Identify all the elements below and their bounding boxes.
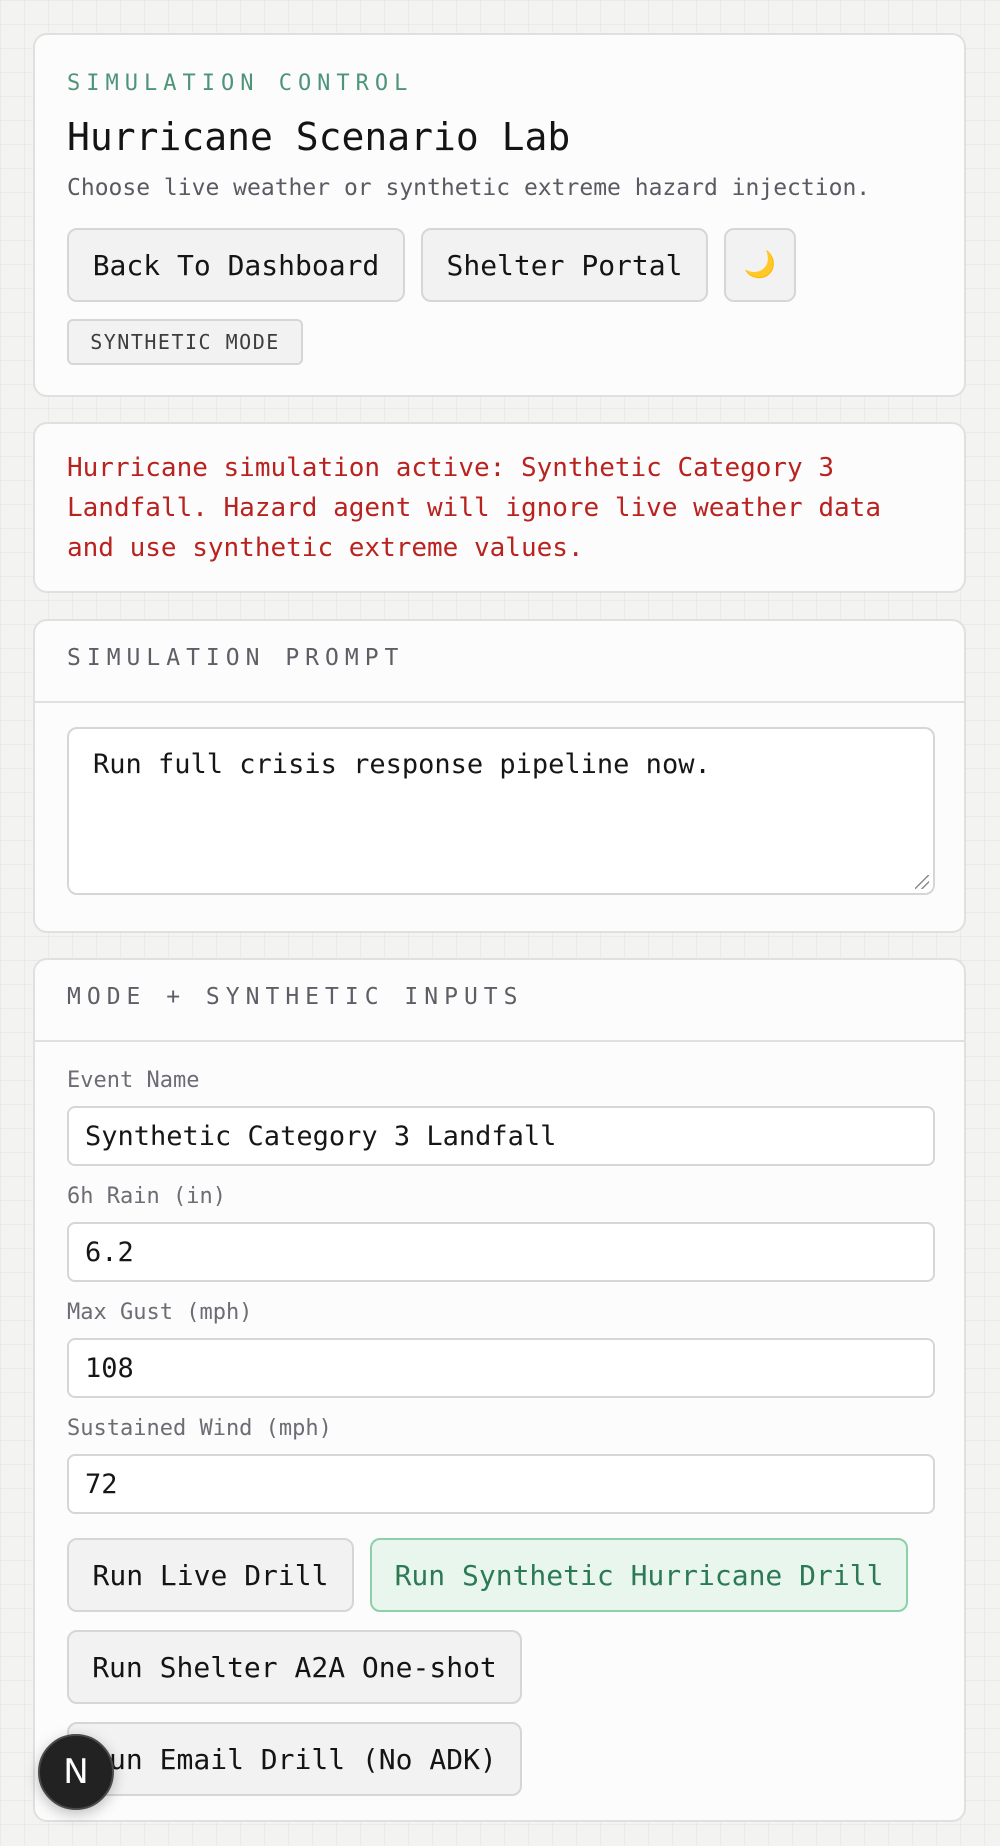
page-title: Hurricane Scenario Lab xyxy=(67,115,571,159)
sustained-wind-value: 72 xyxy=(85,1468,118,1500)
max-gust-value: 108 xyxy=(85,1352,134,1384)
simulation-alert-card: Hurricane simulation active: Synthetic C… xyxy=(33,422,966,593)
next-logo-badge[interactable]: N xyxy=(38,1734,114,1810)
synthetic-inputs-card: MODE + SYNTHETIC INPUTS Event Name Synth… xyxy=(33,958,966,1822)
rain-value: 6.2 xyxy=(85,1236,134,1268)
max-gust-input[interactable]: 108 xyxy=(67,1338,935,1398)
shelter-portal-button[interactable]: Shelter Portal xyxy=(421,228,708,302)
run-synthetic-hurricane-drill-button[interactable]: Run Synthetic Hurricane Drill xyxy=(370,1538,908,1612)
section-eyebrow: SIMULATION CONTROL xyxy=(67,71,414,96)
max-gust-label: Max Gust (mph) xyxy=(67,1300,253,1325)
simulation-control-card: SIMULATION CONTROL Hurricane Scenario La… xyxy=(33,33,966,397)
resize-grip-icon[interactable] xyxy=(915,875,929,889)
simulation-prompt-textarea[interactable]: Run full crisis response pipeline now. xyxy=(67,727,935,895)
run-shelter-a2a-button[interactable]: Run Shelter A2A One-shot xyxy=(67,1630,522,1704)
event-name-input[interactable]: Synthetic Category 3 Landfall xyxy=(67,1106,935,1166)
simulation-alert-text: Hurricane simulation active: Synthetic C… xyxy=(67,453,881,563)
back-to-dashboard-button[interactable]: Back To Dashboard xyxy=(67,228,405,302)
moon-icon: 🌙 xyxy=(743,250,777,280)
sustained-wind-input[interactable]: 72 xyxy=(67,1454,935,1514)
event-name-value: Synthetic Category 3 Landfall xyxy=(85,1120,557,1152)
sustained-wind-label: Sustained Wind (mph) xyxy=(67,1416,332,1441)
prompt-section-header: SIMULATION PROMPT xyxy=(35,621,964,703)
page-subtitle: Choose live weather or synthetic extreme… xyxy=(67,175,871,201)
inputs-section-title: MODE + SYNTHETIC INPUTS xyxy=(67,984,524,1010)
mode-badge: SYNTHETIC MODE xyxy=(67,319,303,365)
rain-input[interactable]: 6.2 xyxy=(67,1222,935,1282)
inputs-section-header: MODE + SYNTHETIC INPUTS xyxy=(35,960,964,1042)
prompt-text: Run full crisis response pipeline now. xyxy=(93,749,711,780)
run-live-drill-button[interactable]: Run Live Drill xyxy=(67,1538,354,1612)
prompt-section-title: SIMULATION PROMPT xyxy=(67,645,405,671)
event-name-label: Event Name xyxy=(67,1068,200,1093)
simulation-prompt-card: SIMULATION PROMPT Run full crisis respon… xyxy=(33,619,966,933)
rain-label: 6h Rain (in) xyxy=(67,1184,226,1209)
run-email-drill-button[interactable]: Run Email Drill (No ADK) xyxy=(67,1722,522,1796)
theme-toggle-button[interactable]: 🌙 xyxy=(724,228,796,302)
